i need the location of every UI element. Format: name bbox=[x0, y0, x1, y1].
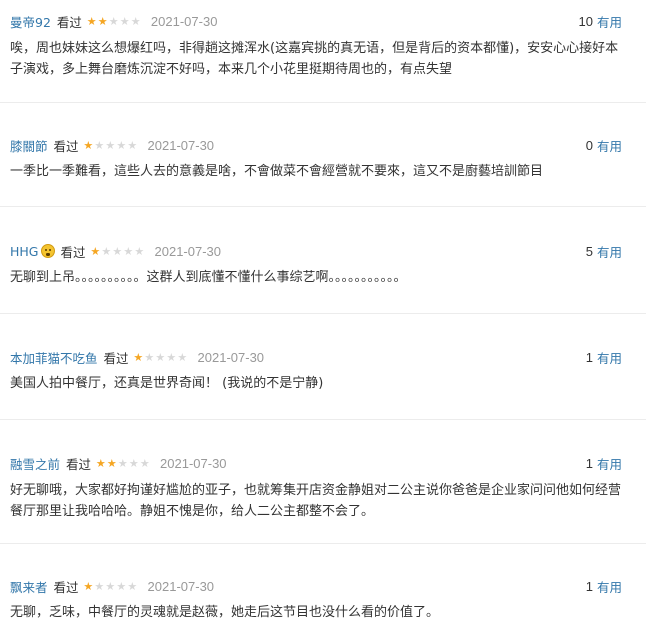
star-empty-icon: ★ bbox=[116, 138, 126, 152]
star-empty-icon: ★ bbox=[139, 456, 150, 470]
comment-header: 融雪之前 看过 ★ ★ ★ ★ ★ 2021-07-30 bbox=[10, 453, 227, 473]
star-rating: ★ ★ ★ ★ ★ bbox=[86, 15, 141, 28]
watched-label: 看过 bbox=[56, 14, 82, 30]
star-empty-icon: ★ bbox=[108, 14, 119, 28]
star-empty-icon: ★ bbox=[116, 579, 126, 593]
vote-area: 1 有用 bbox=[586, 347, 622, 367]
useful-vote-button[interactable]: 有用 bbox=[597, 12, 622, 31]
star-empty-icon: ★ bbox=[119, 14, 130, 28]
vote-count: 1 bbox=[585, 455, 593, 471]
comment-username[interactable]: 本加菲猫不吃鱼 bbox=[10, 348, 98, 367]
star-empty-icon: ★ bbox=[117, 456, 128, 470]
star-rating: ★ ★ ★ ★ ★ bbox=[95, 457, 150, 470]
comment-username[interactable]: 膝關節 bbox=[10, 136, 48, 155]
comment-username[interactable]: HHG bbox=[10, 244, 39, 259]
star-empty-icon: ★ bbox=[166, 350, 176, 364]
vote-count: 10 bbox=[578, 13, 593, 29]
star-empty-icon: ★ bbox=[112, 244, 122, 258]
comment-header: 曼帝92 看过 ★ ★ ★ ★ ★ 2021-07-30 bbox=[10, 11, 217, 31]
star-filled-icon: ★ bbox=[106, 456, 117, 470]
comment-date: 2021-07-30 bbox=[150, 13, 218, 29]
star-empty-icon: ★ bbox=[130, 14, 141, 28]
star-filled-icon: ★ bbox=[83, 579, 93, 593]
comment-divider bbox=[0, 419, 646, 420]
comment-text: 一季比一季難看，這些人去的意義是啥，不會做菜不會經營就不要來，這又不是廚藝培訓節… bbox=[10, 164, 544, 179]
star-empty-icon: ★ bbox=[105, 138, 115, 152]
comment-username[interactable]: 飘来者 bbox=[10, 577, 48, 596]
star-filled-icon: ★ bbox=[90, 244, 100, 258]
star-empty-icon: ★ bbox=[94, 138, 104, 152]
comment-text: 美国人拍中餐厅，还真是世界奇闻！ (我说的不是宁静) bbox=[10, 376, 324, 391]
star-empty-icon: ★ bbox=[127, 579, 137, 593]
star-empty-icon: ★ bbox=[144, 350, 154, 364]
star-filled-icon: ★ bbox=[133, 350, 143, 364]
comment-divider bbox=[0, 102, 646, 103]
comment-header: 膝關節 看过 ★ ★ ★ ★ ★ 2021-07-30 bbox=[10, 135, 214, 155]
watched-label: 看过 bbox=[53, 579, 79, 595]
comment-divider bbox=[0, 206, 646, 207]
watched-label: 看过 bbox=[53, 138, 79, 154]
useful-vote-button[interactable]: 有用 bbox=[597, 136, 622, 155]
vote-count: 1 bbox=[585, 578, 593, 594]
comment-text: 无聊，乏味，中餐厅的灵魂就是赵薇，她走后这节目也没什么看的价值了。 bbox=[10, 605, 440, 620]
star-filled-icon: ★ bbox=[86, 14, 97, 28]
star-filled-icon: ★ bbox=[95, 456, 106, 470]
comment-date: 2021-07-30 bbox=[147, 137, 215, 153]
useful-vote-button[interactable]: 有用 bbox=[597, 242, 622, 261]
star-filled-icon: ★ bbox=[83, 138, 93, 152]
comment-date: 2021-07-30 bbox=[160, 455, 227, 471]
comment-date: 2021-07-30 bbox=[154, 243, 222, 259]
vote-area: 1 有用 bbox=[586, 576, 622, 596]
comment-divider bbox=[0, 313, 646, 314]
star-rating: ★ ★ ★ ★ ★ bbox=[90, 245, 145, 258]
vote-area: 10 有用 bbox=[579, 11, 622, 31]
star-empty-icon: ★ bbox=[155, 350, 165, 364]
star-empty-icon: ★ bbox=[128, 456, 139, 470]
watched-label: 看过 bbox=[60, 244, 86, 260]
comment-username[interactable]: 曼帝92 bbox=[10, 12, 51, 31]
useful-vote-button[interactable]: 有用 bbox=[597, 454, 622, 473]
star-empty-icon: ★ bbox=[123, 244, 133, 258]
star-rating: ★ ★ ★ ★ ★ bbox=[83, 139, 138, 152]
star-empty-icon: ★ bbox=[94, 579, 104, 593]
vote-area: 1 有用 bbox=[586, 453, 622, 473]
vote-count: 5 bbox=[585, 243, 593, 259]
star-filled-icon: ★ bbox=[97, 14, 108, 28]
vote-count: 0 bbox=[585, 137, 593, 153]
comment-date: 2021-07-30 bbox=[147, 578, 215, 594]
vote-area: 0 有用 bbox=[586, 135, 622, 155]
star-rating: ★ ★ ★ ★ ★ bbox=[133, 351, 188, 364]
vote-area: 5 有用 bbox=[586, 241, 622, 261]
comment-text: 无聊到上吊。。。。。。。。。。这群人到底懂不懂什么事综艺啊。。。。。。。。。。。 bbox=[10, 270, 407, 285]
watched-label: 看过 bbox=[103, 350, 129, 366]
comment-header: 飘来者 看过 ★ ★ ★ ★ ★ 2021-07-30 bbox=[10, 576, 214, 596]
star-empty-icon: ★ bbox=[127, 138, 137, 152]
star-empty-icon: ★ bbox=[177, 350, 187, 364]
comment-text: 唉，周也妹妹这么想爆红吗，非得趟这摊浑水(这嘉宾挑的真无语，但是背后的资本都懂)… bbox=[10, 41, 619, 77]
watched-label: 看过 bbox=[66, 456, 92, 472]
star-empty-icon: ★ bbox=[134, 244, 144, 258]
comment-date: 2021-07-30 bbox=[197, 349, 265, 365]
comment-header: HHG 看过 ★ ★ ★ ★ ★ 2021-07-30 bbox=[10, 241, 221, 261]
comment-username[interactable]: 融雪之前 bbox=[10, 454, 60, 473]
useful-vote-button[interactable]: 有用 bbox=[597, 348, 622, 367]
face-emoji-icon bbox=[40, 244, 55, 258]
star-empty-icon: ★ bbox=[105, 579, 115, 593]
star-empty-icon: ★ bbox=[101, 244, 111, 258]
useful-vote-button[interactable]: 有用 bbox=[597, 577, 622, 596]
comment-text: 好无聊哦，大家都好拘谨好尴尬的亚子，也就筹集开店资金静姐对二公主说你爸爸是企业家… bbox=[10, 483, 622, 519]
comment-divider bbox=[0, 543, 646, 544]
star-rating: ★ ★ ★ ★ ★ bbox=[83, 580, 138, 593]
vote-count: 1 bbox=[585, 349, 593, 365]
comment-header: 本加菲猫不吃鱼 看过 ★ ★ ★ ★ ★ 2021-07-30 bbox=[10, 347, 264, 367]
